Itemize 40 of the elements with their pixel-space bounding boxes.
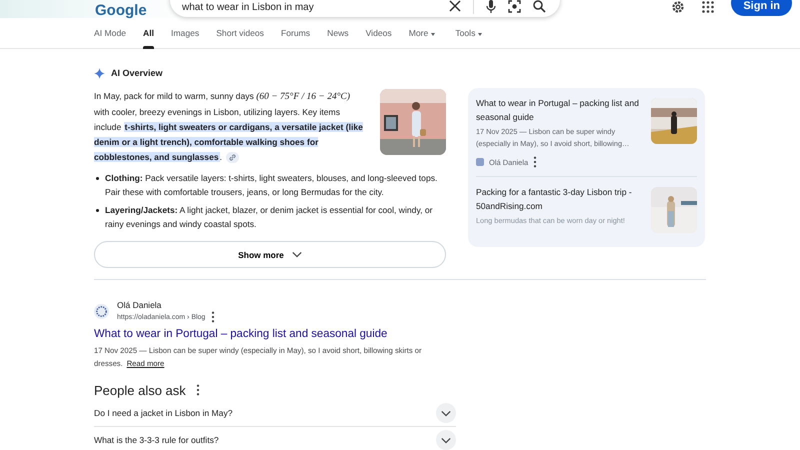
- site-favicon-icon: [94, 304, 109, 319]
- bullet-point: Clothing: Pack versatile layers: t-shirts, light sweaters, blouses, and long-sleeved tops. Pair these with comfortable trousers, jeans, or long Bermudas for the city.: [94, 171, 446, 199]
- show-more-button[interactable]: Show more: [94, 241, 446, 268]
- more-options-icon[interactable]: [211, 311, 216, 323]
- sparkle-icon: [94, 68, 105, 78]
- close-icon[interactable]: [449, 0, 461, 12]
- search-tab[interactable]: Short videos: [216, 17, 264, 49]
- search-tab[interactable]: AI Mode: [94, 17, 126, 49]
- settings-icon[interactable]: [671, 0, 686, 14]
- link-icon[interactable]: [226, 152, 240, 164]
- microphone-icon[interactable]: [486, 0, 496, 12]
- chevron-down-icon: [292, 251, 302, 258]
- site-favicon-icon: [476, 158, 484, 166]
- source-title[interactable]: Packing for a fantastic 3-day Lisbon trip - 50andRising.com: [476, 185, 643, 213]
- source-title[interactable]: What to wear in Portugal – packing list and seasonal guide: [476, 96, 643, 124]
- bullet-point: Layering/Jackets: A light jacket, blazer, or denim jacket is essential for cool, windy, or rainy evenings and windy coastal spots.: [94, 203, 446, 231]
- chevron-down-icon: [436, 403, 456, 423]
- logo[interactable]: Google: [40, 0, 170, 18]
- sign-in-button[interactable]: Sign in: [731, 0, 792, 16]
- camera-icon[interactable]: [508, 0, 521, 12]
- question-row[interactable]: Do I need a jacket in Lisbon in May?: [94, 400, 456, 427]
- search-tab[interactable]: All: [143, 17, 154, 49]
- section-title: People also ask: [94, 382, 186, 398]
- more-options-icon[interactable]: [196, 384, 200, 396]
- site-name: Olá Daniela: [117, 300, 162, 310]
- search-tab[interactable]: More: [408, 17, 436, 49]
- chevron-down-icon: [436, 430, 456, 450]
- search-tab[interactable]: Tools: [455, 17, 482, 49]
- apps-grid-icon[interactable]: [702, 1, 714, 13]
- search-field[interactable]: what to wear in Lisbon in may: [170, 0, 560, 17]
- question-row[interactable]: What is the 3-3-3 rule for outfits?: [94, 427, 456, 450]
- search-icon[interactable]: [533, 0, 546, 12]
- search-tab[interactable]: News: [327, 17, 349, 49]
- search-tab[interactable]: Images: [171, 17, 200, 49]
- search-tab[interactable]: Videos: [366, 17, 392, 49]
- search-tab[interactable]: Forums: [280, 17, 310, 49]
- more-options-icon[interactable]: [533, 156, 538, 168]
- result-title[interactable]: What to wear in Portugal – packing list and seasonal guide: [94, 328, 446, 340]
- section-title: AI Overview: [111, 68, 163, 78]
- ai-summary: In May, pack for mild to warm, sunny days (60 − 75°F / 16 − 24°C) with cooler, breezy evenings in Lisbon, utilizing layers. Key items include t-shirts, light sweaters or cardigans, a versatile jacket (like denim or a light trench), comfortable walking shoes for cobblestones, and sunglasses.: [94, 90, 364, 165]
